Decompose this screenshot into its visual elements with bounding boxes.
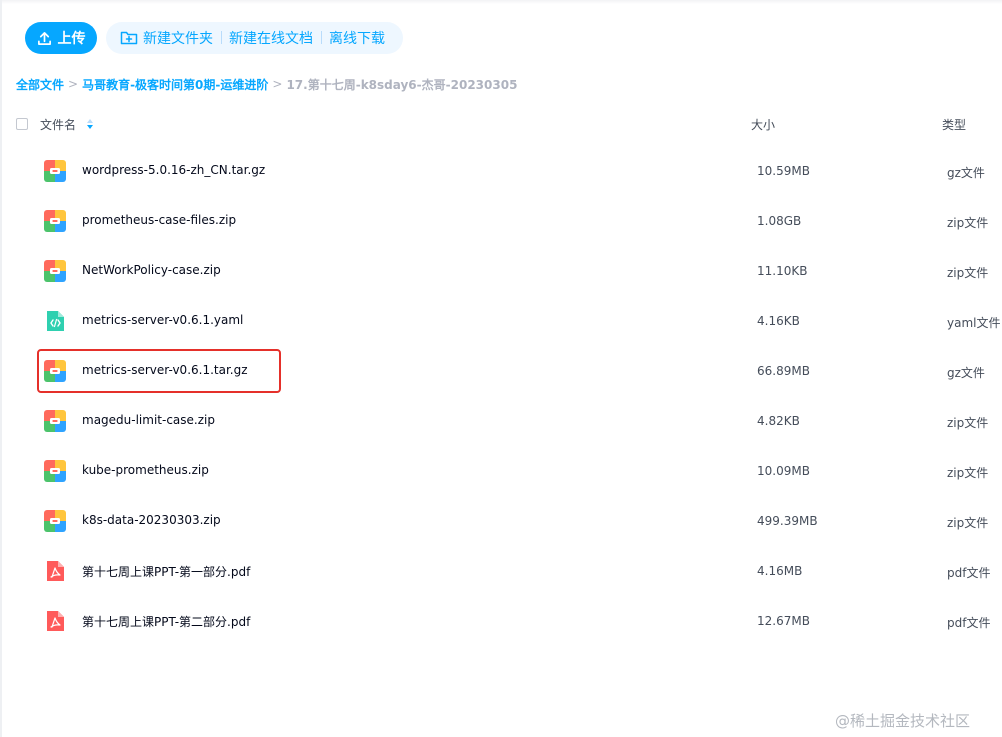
file-list-header: 文件名 大小 类型 <box>16 114 1002 136</box>
breadcrumb-separator: > <box>272 77 283 91</box>
upload-icon <box>37 31 51 45</box>
file-type: yaml文件 <box>947 316 1001 330</box>
file-type: pdf文件 <box>947 616 991 630</box>
new-folder-label: 新建文件夹 <box>143 31 213 47</box>
code-file-icon <box>44 310 66 332</box>
file-type: gz文件 <box>947 166 985 180</box>
toolbar: 上传 新建文件夹 新建在线文档 离线下载 <box>25 22 403 54</box>
file-row[interactable]: magedu-limit-case.zip 4.82KB zip文件 <box>0 396 1002 446</box>
pdf-icon <box>44 560 66 582</box>
file-size: 10.09MB <box>757 464 810 478</box>
breadcrumb-current: 17.第十七周-k8sday6-杰哥-20230305 <box>286 77 518 92</box>
file-row[interactable]: NetWorkPolicy-case.zip 11.10KB zip文件 <box>0 246 1002 296</box>
breadcrumb-parent[interactable]: 马哥教育-极客时间第0期-运维进阶 <box>82 76 268 93</box>
upload-button-label: 上传 <box>57 31 86 47</box>
file-type: zip文件 <box>947 266 989 280</box>
upload-button[interactable]: 上传 <box>25 22 97 54</box>
new-online-doc-label: 新建在线文档 <box>229 31 313 47</box>
archive-icon <box>44 210 66 232</box>
column-header-type[interactable]: 类型 <box>942 116 966 133</box>
select-all-checkbox[interactable] <box>16 118 28 130</box>
file-size: 4.16KB <box>757 314 800 328</box>
breadcrumb-root[interactable]: 全部文件 <box>16 76 64 93</box>
file-size: 4.16MB <box>757 564 803 578</box>
file-type: gz文件 <box>947 366 985 380</box>
pdf-icon <box>44 610 66 632</box>
file-size: 499.39MB <box>757 514 818 528</box>
file-row[interactable]: prometheus-case-files.zip 1.08GB zip文件 <box>0 196 1002 246</box>
file-row[interactable]: 第十七周上课PPT-第二部分.pdf 12.67MB pdf文件 <box>0 596 1002 646</box>
archive-icon <box>44 460 66 482</box>
file-name[interactable]: NetWorkPolicy-case.zip <box>82 263 221 277</box>
watermark: @稀土掘金技术社区 <box>835 712 971 730</box>
file-size: 66.89MB <box>757 364 810 378</box>
column-header-name[interactable]: 文件名 <box>40 116 76 133</box>
archive-icon <box>44 260 66 282</box>
breadcrumb: 全部文件 > 马哥教育-极客时间第0期-运维进阶 > 17.第十七周-k8sda… <box>16 75 517 93</box>
file-name[interactable]: kube-prometheus.zip <box>82 463 209 477</box>
file-name[interactable]: wordpress-5.0.16-zh_CN.tar.gz <box>82 163 265 177</box>
file-name[interactable]: prometheus-case-files.zip <box>82 213 236 227</box>
file-type: zip文件 <box>947 466 989 480</box>
file-name[interactable]: k8s-data-20230303.zip <box>82 513 221 527</box>
action-group: 新建文件夹 新建在线文档 离线下载 <box>106 22 403 54</box>
file-row[interactable]: 第十七周上课PPT-第一部分.pdf 4.16MB pdf文件 <box>0 546 1002 596</box>
archive-icon <box>44 510 66 532</box>
file-name[interactable]: metrics-server-v0.6.1.yaml <box>82 313 243 327</box>
file-size: 4.82KB <box>757 414 800 428</box>
file-size: 11.10KB <box>757 264 808 278</box>
column-header-size[interactable]: 大小 <box>751 116 775 133</box>
file-row[interactable]: kube-prometheus.zip 10.09MB zip文件 <box>0 446 1002 496</box>
offline-download-button[interactable]: 离线下载 <box>321 28 393 48</box>
file-type: zip文件 <box>947 516 989 530</box>
archive-icon <box>44 410 66 432</box>
file-name[interactable]: 第十七周上课PPT-第二部分.pdf <box>82 613 250 630</box>
file-row[interactable]: wordpress-5.0.16-zh_CN.tar.gz 10.59MB gz文件 <box>0 146 1002 196</box>
file-row[interactable]: k8s-data-20230303.zip 499.39MB zip文件 <box>0 496 1002 546</box>
new-online-doc-button[interactable]: 新建在线文档 <box>221 28 321 48</box>
file-size: 12.67MB <box>757 614 810 628</box>
file-row[interactable]: metrics-server-v0.6.1.yaml 4.16KB yaml文件 <box>0 296 1002 346</box>
breadcrumb-separator: > <box>68 77 79 91</box>
new-folder-button[interactable]: 新建文件夹 <box>112 28 221 48</box>
file-size: 1.08GB <box>757 214 802 228</box>
new-folder-icon <box>120 31 138 45</box>
file-size: 10.59MB <box>757 164 810 178</box>
sort-icon[interactable] <box>86 118 94 130</box>
top-shadow <box>0 0 1002 4</box>
file-type: pdf文件 <box>947 566 991 580</box>
file-type: zip文件 <box>947 216 989 230</box>
file-type: zip文件 <box>947 416 989 430</box>
highlight-box <box>37 349 281 393</box>
file-name[interactable]: magedu-limit-case.zip <box>82 413 215 427</box>
file-name[interactable]: 第十七周上课PPT-第一部分.pdf <box>82 563 250 580</box>
offline-download-label: 离线下载 <box>329 31 385 47</box>
archive-icon <box>44 160 66 182</box>
